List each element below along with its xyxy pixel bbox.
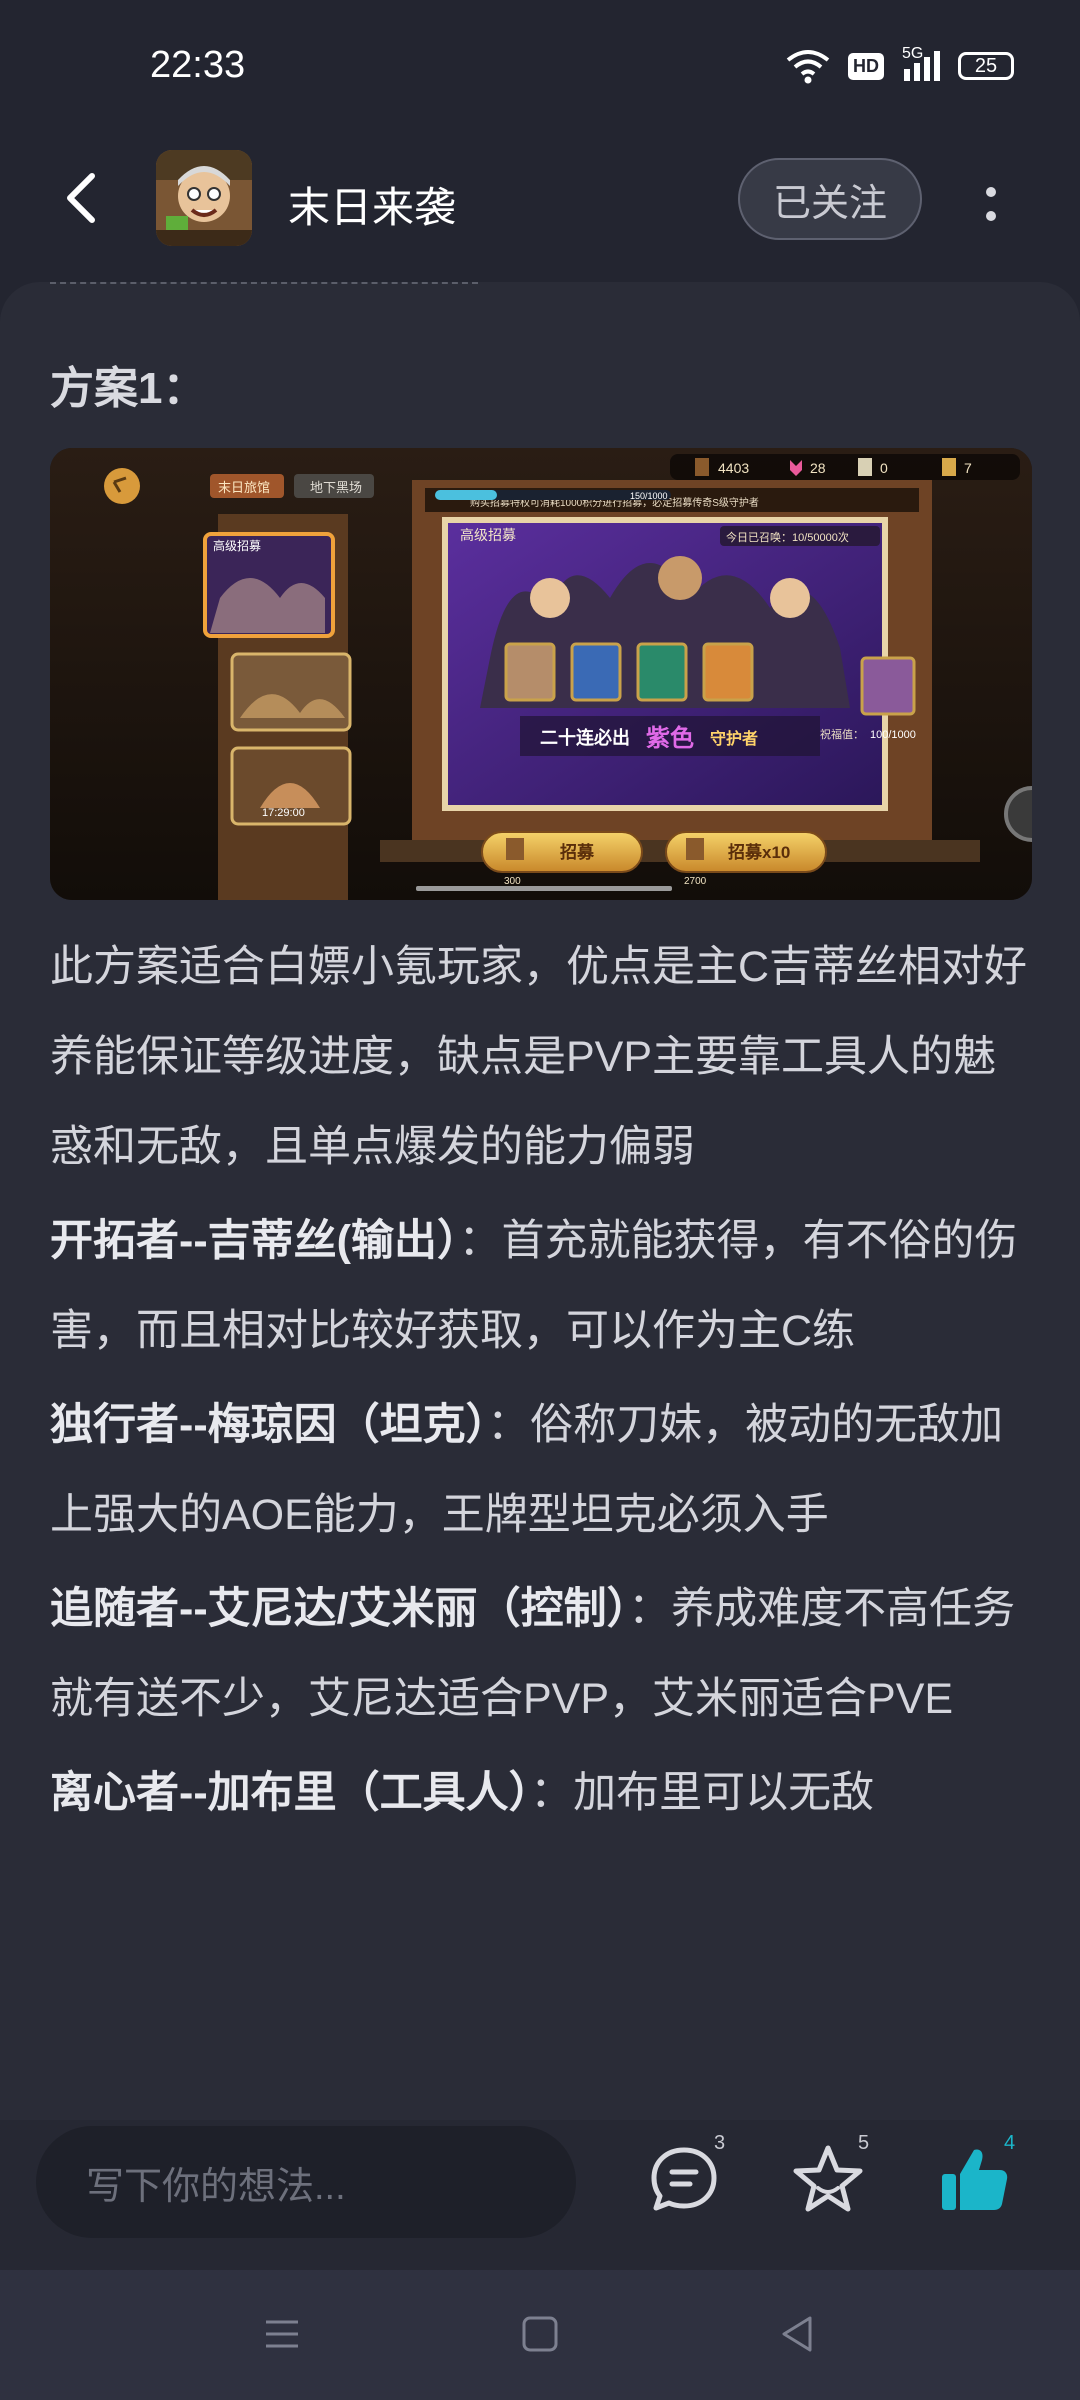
recruit-1-cost: 300: [504, 876, 521, 887]
back-triangle-icon[interactable]: [778, 2314, 818, 2354]
comment-input[interactable]: 写下你的想法...: [36, 2126, 576, 2238]
hero-title-1: 开拓者--吉蒂丝(输出）: [50, 1217, 459, 1265]
status-icons: HD 5G 25: [786, 45, 1014, 84]
network-type: 5G: [902, 45, 924, 62]
star-icon: [793, 2145, 863, 2212]
slogan-b: 紫色: [646, 724, 694, 752]
bless-label: 祝福值：: [820, 727, 864, 741]
game-tab-1: 末日旅馆: [218, 480, 270, 495]
post-image[interactable]: 4403 28 0 7 末日旅馆 地下黑场 高级招募 17:29:00 购买招募…: [50, 448, 1032, 900]
side-label: 高级招募: [213, 538, 261, 553]
recruit-1-label: 招募: [560, 842, 595, 862]
game-screenshot-illustration: 4403 28 0 7 末日旅馆 地下黑场 高级招募 17:29:00 购买招募…: [50, 448, 1032, 900]
status-bar: 22:33 HD 5G 25: [0, 0, 1080, 140]
hero-title-2: 独行者--梅琼因（坦克）: [50, 1401, 488, 1449]
thumbs-up-icon: [942, 2149, 1008, 2210]
progress-text: 150/1000: [630, 491, 668, 501]
status-time: 22:33: [150, 44, 246, 86]
recruit-10-label: 招募x10: [728, 842, 790, 862]
game-tab-2: 地下黑场: [310, 480, 362, 495]
bless-value: 100/1000: [870, 729, 916, 741]
hero-paragraph-3: 追随者--艾尼达/艾米丽（控制）：养成难度不高任务就有送不少，艾尼达适合PVP，…: [50, 1564, 1030, 1744]
like-count: 4: [1004, 2132, 1016, 2154]
post-card: 方案1： 4403 28 0 7 末日旅馆 地下黑场 高级招募 17:29:00…: [0, 282, 1080, 2120]
author-avatar[interactable]: [156, 150, 252, 246]
hero-paragraph-4: 离心者--加布里（工具人）：加布里可以无敌: [50, 1748, 1030, 1838]
battery-icon: 25: [958, 52, 1014, 80]
intro-paragraph: 此方案适合白嫖小氪玩家，优点是主C吉蒂丝相对好养能保证等级进度，缺点是PVP主要…: [50, 943, 1028, 1171]
follow-button[interactable]: 已关注: [738, 158, 922, 240]
comment-icon: [651, 2147, 717, 2211]
comment-button[interactable]: 3: [644, 2132, 725, 2220]
hd-icon: HD: [848, 52, 884, 80]
hero-title-3: 追随者--艾尼达/艾米丽（控制）: [50, 1585, 629, 1633]
slogan-c: 守护者: [710, 729, 758, 748]
today-count: 今日已召唤：10/50000次: [726, 530, 849, 544]
signal-icon: 5G: [902, 45, 940, 81]
like-button[interactable]: 4: [934, 2132, 1015, 2220]
hero-paragraph-1: 开拓者--吉蒂丝(输出）：首充就能获得，有不俗的伤害，而且相对比较好获取，可以作…: [50, 1196, 1030, 1376]
banner-title: 高级招募: [460, 527, 516, 543]
currency-1: 4403: [718, 460, 749, 476]
section-title: 方案1：: [50, 364, 207, 413]
wifi-icon: [786, 50, 830, 84]
home-icon[interactable]: [520, 2314, 560, 2354]
hero-title-4: 离心者--加布里（工具人）: [50, 1769, 531, 1817]
recruit-10-cost: 2700: [684, 876, 707, 887]
slogan-a: 二十连必出: [540, 727, 630, 748]
currency-3: 0: [880, 460, 888, 476]
back-arrow-icon[interactable]: [54, 168, 114, 228]
more-options-icon[interactable]: [972, 174, 1010, 234]
top-nav: 末日来袭 已关注: [0, 140, 1080, 260]
currency-4: 7: [964, 460, 972, 476]
bottom-action-bar: 写下你的想法... 3 5 4: [0, 2120, 1080, 2270]
system-nav-bar: [0, 2270, 1080, 2400]
favorite-count: 5: [858, 2132, 870, 2154]
favorite-button[interactable]: 5: [788, 2132, 869, 2220]
hero-paragraph-2: 独行者--梅琼因（坦克）：俗称刀妹，被动的无敌加上强大的AOE能力，王牌型坦克必…: [50, 1380, 1030, 1560]
author-name[interactable]: 末日来袭: [288, 174, 456, 235]
timer: 17:29:00: [262, 807, 305, 819]
divider: [50, 282, 478, 284]
post-content: 此方案适合白嫖小氪玩家，优点是主C吉蒂丝相对好养能保证等级进度，缺点是PVP主要…: [50, 922, 1030, 1842]
currency-2: 28: [810, 460, 826, 476]
comment-count: 3: [714, 2132, 726, 2154]
hero-body-4: ：加布里可以无敌: [530, 1769, 875, 1817]
menu-icon[interactable]: [262, 2314, 302, 2354]
